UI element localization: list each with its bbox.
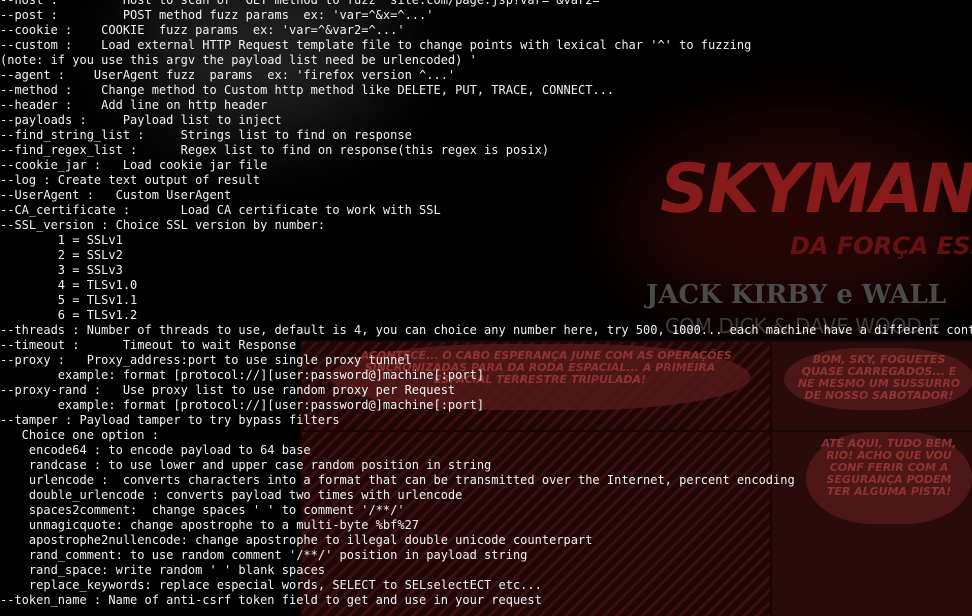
terminal-line: --SSL_version : Choice SSL version by nu…	[0, 218, 326, 232]
terminal-line: --host : Host to scan or GET method to f…	[0, 0, 607, 7]
terminal-line: --proxy : Proxy_address:port to use sing…	[0, 353, 412, 367]
terminal-line: --UserAgent : Custom UserAgent	[0, 188, 232, 202]
terminal-line: --CA_certificate : Load CA certificate t…	[0, 203, 441, 217]
terminal-line: --custom : Load external HTTP Request te…	[0, 38, 752, 52]
terminal-line: --find_string_list : Strings list to fin…	[0, 128, 412, 142]
terminal-line: --threads : Number of threads to use, de…	[0, 323, 972, 337]
terminal-line: double_urlencode : converts payload two …	[0, 488, 463, 502]
terminal-line: 1 = SSLv1	[0, 233, 123, 247]
terminal-line: --agent : UserAgent fuzz params ex: 'fir…	[0, 68, 456, 82]
terminal-line: 3 = SSLv3	[0, 263, 123, 277]
terminal-line: encode64 : to encode payload to 64 base	[0, 443, 311, 457]
terminal-line: --cookie_jar : Load cookie jar file	[0, 158, 268, 172]
terminal-line: --cookie : COOKIE fuzz params ex: 'var=^…	[0, 23, 405, 37]
terminal-line: Choice one option :	[0, 428, 159, 442]
terminal-line: --header : Add line on http header	[0, 98, 268, 112]
terminal-line: (note: if you use this argv the payload …	[0, 53, 477, 67]
terminal-line: unmagicquote: change apostrophe to a mul…	[0, 518, 420, 532]
terminal-line: example: format [protocol://][user:passw…	[0, 368, 485, 382]
terminal-line: 6 = TLSv1.2	[0, 308, 138, 322]
terminal-line: rand_space: write random ' ' blank space…	[0, 563, 326, 577]
terminal-line: --token_name : Name of anti-csrf token f…	[0, 593, 542, 607]
terminal-line: rand_comment: to use random comment '/**…	[0, 548, 528, 562]
terminal-line: randcase : to use lower and upper case r…	[0, 458, 492, 472]
terminal-line: 2 = SSLv2	[0, 248, 123, 262]
terminal-line: --proxy-rand : Use proxy list to use ran…	[0, 383, 456, 397]
terminal-line: --timeout : Timeout to wait Response	[0, 338, 297, 352]
terminal-line: 5 = TLSv1.1	[0, 293, 138, 307]
terminal-line: --log : Create text output of result	[0, 173, 261, 187]
terminal-line: --method : Change method to Custom http …	[0, 83, 615, 97]
terminal-output[interactable]: --host : Host to scan or GET method to f…	[0, 0, 972, 609]
terminal-line: apostrophe2nullencode: change apostrophe…	[0, 533, 593, 547]
terminal-line: replace_keywords: replace especial words…	[0, 578, 542, 592]
terminal-line: urlencode : converts characters into a f…	[0, 473, 795, 487]
terminal-line: --find_regex_list : Regex list to find o…	[0, 143, 550, 157]
terminal-line: example: format [protocol://][user:passw…	[0, 398, 485, 412]
terminal-line: spaces2comment: change spaces ' ' to com…	[0, 503, 405, 517]
terminal-line: --post : POST method fuzz params ex: 'va…	[0, 8, 434, 22]
terminal-line: --tamper : Payload tamper to try bypass …	[0, 413, 340, 427]
terminal-line: --payloads : Payload list to inject	[0, 113, 282, 127]
terminal-line: 4 = TLSv1.0	[0, 278, 138, 292]
